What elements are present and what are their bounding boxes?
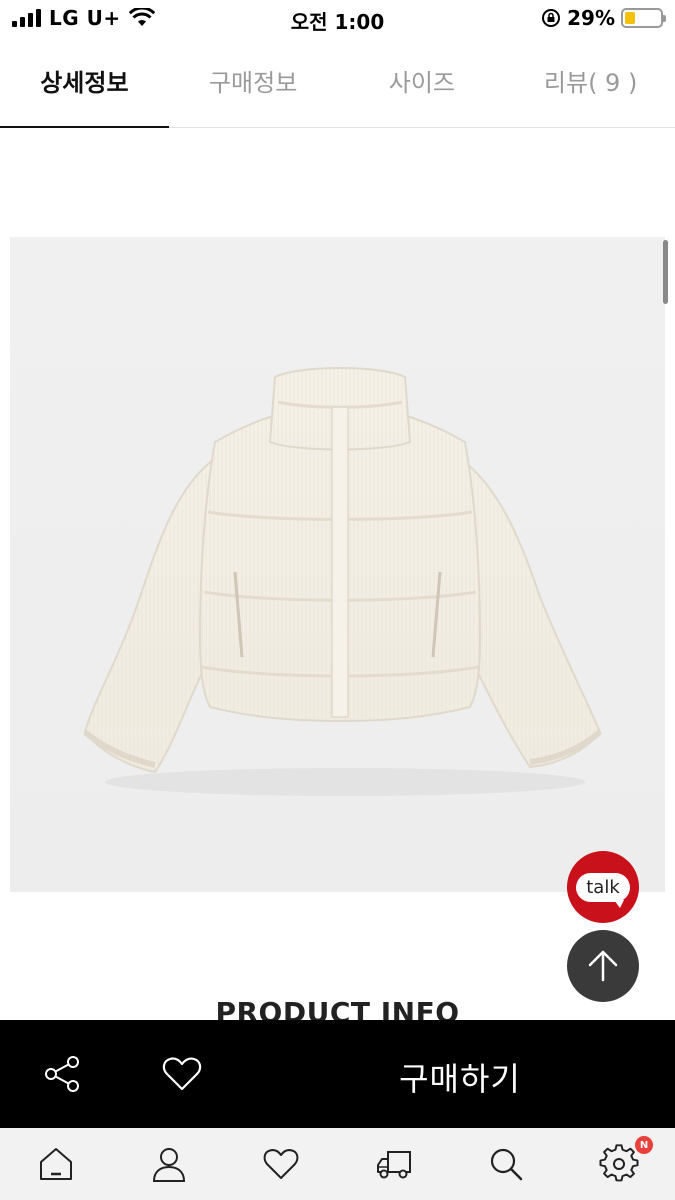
tab-size[interactable]: 사이즈 — [338, 38, 507, 127]
search-icon — [491, 1148, 523, 1181]
buy-button[interactable]: 구매하기 — [340, 1054, 580, 1100]
nav-search[interactable] — [450, 1128, 563, 1200]
jacket-illustration — [10, 237, 665, 892]
tab-detail-info[interactable]: 상세정보 — [0, 38, 169, 128]
scrollbar[interactable] — [663, 240, 668, 304]
heart-icon[interactable] — [160, 1052, 204, 1096]
talk-button[interactable]: talk — [567, 851, 639, 923]
tab-review[interactable]: 리뷰( 9 ) — [506, 38, 675, 127]
arrow-up-icon — [588, 950, 618, 982]
notification-badge: N — [635, 1136, 653, 1154]
scroll-top-button[interactable] — [567, 930, 639, 1002]
home-icon — [40, 1148, 73, 1180]
bottom-nav: N — [0, 1128, 675, 1200]
battery-level — [625, 12, 635, 24]
gear-icon — [599, 1144, 639, 1182]
talk-label: talk — [576, 872, 630, 908]
battery-percent: 29% — [567, 6, 615, 30]
nav-my-account[interactable] — [113, 1128, 226, 1200]
heart-icon — [263, 1149, 299, 1179]
nav-delivery[interactable] — [338, 1128, 451, 1200]
purchase-bar: 구매하기 — [0, 1020, 675, 1128]
nav-settings[interactable]: N — [563, 1128, 675, 1200]
nav-home[interactable] — [0, 1128, 113, 1200]
tab-purchase-info[interactable]: 구매정보 — [169, 38, 338, 127]
detail-tabs: 상세정보 구매정보 사이즈 리뷰( 9 ) — [0, 38, 675, 128]
rotation-lock-icon — [542, 9, 561, 27]
battery-icon — [621, 8, 666, 28]
truck-icon — [376, 1151, 411, 1179]
status-bar: LG U+ 오전 1:00 29% — [0, 0, 675, 38]
share-icon[interactable] — [40, 1052, 84, 1096]
status-right: 29% — [541, 6, 666, 30]
user-icon — [152, 1148, 185, 1182]
nav-wishlist[interactable] — [225, 1128, 338, 1200]
product-image — [10, 237, 665, 892]
